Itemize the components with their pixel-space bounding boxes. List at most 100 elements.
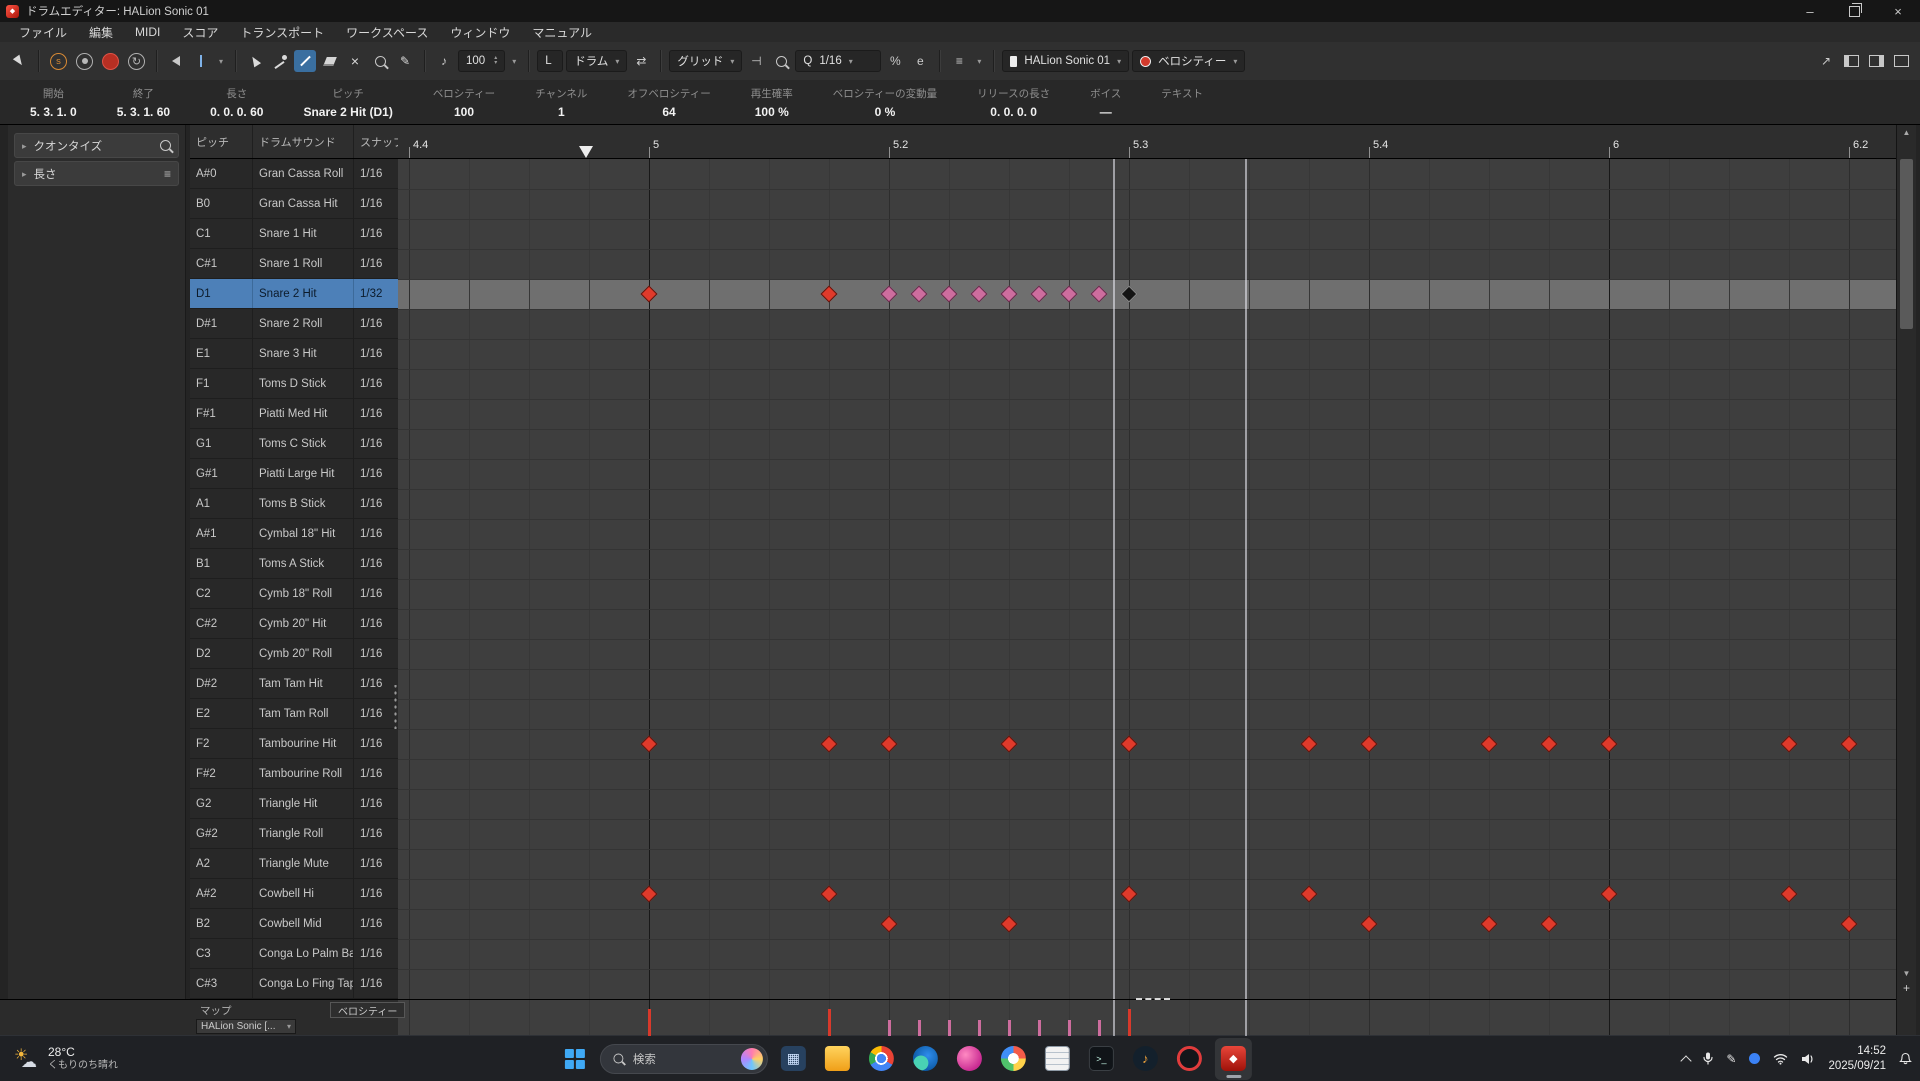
drum-note[interactable] [1300,735,1318,753]
velocity-bar[interactable] [648,1009,651,1036]
velocity-bar[interactable] [828,1009,831,1036]
eraser-tool[interactable] [319,50,341,72]
drum-note[interactable] [820,735,838,753]
drum-note[interactable] [1360,915,1378,933]
record-in-editor-button[interactable] [102,52,119,70]
column-header[interactable]: ドラムサウンド [253,125,354,158]
drum-row[interactable]: F2 Tambourine Hit 1/16 [190,729,398,759]
minimize-button[interactable]: – [1788,0,1832,22]
editor-mode-select[interactable]: ドラム [566,50,628,72]
media-taskbar-button[interactable] [1127,1038,1164,1080]
swap-icon[interactable]: ⇄ [630,50,652,72]
drum-note[interactable] [1480,915,1498,933]
acoustic-feedback-button[interactable] [76,52,93,70]
drum-row[interactable]: B2 Cowbell Mid 1/16 [190,909,398,939]
scrollbar-thumb[interactable] [1900,159,1913,329]
drum-note[interactable] [640,735,658,753]
column-header[interactable]: ピッチ [190,125,253,158]
autoscroll-button[interactable] [190,50,212,72]
column-header[interactable]: スナップ [354,125,398,158]
drumstick-tool[interactable] [269,50,291,72]
infoline-value[interactable]: 100 % [755,105,789,119]
notifications-bell-icon[interactable] [1899,1052,1912,1065]
velocity-bar[interactable] [918,1020,921,1036]
drum-row[interactable]: E2 Tam Tam Roll 1/16 [190,699,398,729]
scroll-down-arrow[interactable]: ▼ [1897,966,1916,980]
quantize-preset-select[interactable]: Q 1/16 [795,50,882,72]
drum-row[interactable]: B0 Gran Cassa Hit 1/16 [190,189,398,219]
drum-row[interactable]: F#2 Tambourine Roll 1/16 [190,759,398,789]
drum-row[interactable]: B1 Toms A Stick 1/16 [190,549,398,579]
drum-row[interactable]: F#1 Piatti Med Hit 1/16 [190,399,398,429]
drum-note[interactable] [820,885,838,903]
terminal-taskbar-button[interactable] [1083,1038,1120,1080]
drum-note[interactable] [1300,885,1318,903]
infoline-value[interactable]: Snare 2 Hit (D1) [303,105,392,119]
infoline-value[interactable]: — [1100,105,1112,119]
drum-note[interactable] [1480,735,1498,753]
velocity-bar[interactable] [1038,1020,1041,1036]
drum-row[interactable]: D2 Cymb 20" Roll 1/16 [190,639,398,669]
clock[interactable]: 14:52 2025/09/21 [1828,1044,1886,1074]
drum-row[interactable]: C#3 Conga Lo Fing Tap 1/16 [190,969,398,999]
edited-part-select[interactable]: HALion Sonic 01 [1002,50,1130,72]
menu-item-1[interactable]: 編集 [78,24,124,41]
infoline-value[interactable]: 5. 3. 1. 0 [30,105,77,119]
drum-row[interactable]: A#0 Gran Cassa Roll 1/16 [190,159,398,189]
layers-options-button[interactable] [973,50,985,72]
restore-button[interactable] [1832,0,1876,22]
wifi-icon[interactable] [1773,1053,1788,1065]
controller-lane-tab[interactable]: ベロシティー [330,1002,406,1018]
drum-note[interactable] [1540,915,1558,933]
snap-type-icon[interactable]: ⊣ [745,50,767,72]
drum-note[interactable] [1840,915,1858,933]
volume-icon[interactable] [1801,1053,1815,1065]
line-tool[interactable] [394,50,416,72]
scroll-up-arrow[interactable]: ▲ [1897,125,1916,139]
velocity-bar[interactable] [1008,1020,1011,1036]
playhead-marker[interactable] [579,146,593,158]
open-in-window-button[interactable]: ↗ [1815,50,1837,72]
start-button[interactable] [557,1041,593,1077]
drum-note[interactable] [1600,735,1618,753]
menu-item-3[interactable]: スコア [171,24,229,41]
iterative-quantize-button[interactable]: % [884,50,906,72]
independent-loop-button[interactable] [128,52,145,70]
velocity-stepper[interactable]: ▴ ▾ [494,55,497,66]
menu-item-7[interactable]: マニュアル [521,24,603,41]
drum-row[interactable]: A#1 Cymbal 18" Hit 1/16 [190,519,398,549]
infoline-value[interactable]: 5. 3. 1. 60 [117,105,170,119]
close-button[interactable]: × [1876,0,1920,22]
drum-row[interactable]: F1 Toms D Stick 1/16 [190,369,398,399]
infoline-value[interactable]: 64 [662,105,675,119]
drum-note[interactable] [1360,735,1378,753]
drum-row[interactable]: C1 Snare 1 Hit 1/16 [190,219,398,249]
left-zone-button[interactable] [1840,50,1862,72]
menu-item-2[interactable]: MIDI [124,25,171,39]
velocity-bar[interactable] [948,1020,951,1036]
velocity-bar[interactable] [888,1020,891,1036]
edge-taskbar-button[interactable] [907,1038,944,1080]
controller-lane-select[interactable]: ベロシティー [1132,50,1246,72]
right-zone-button[interactable] [1865,50,1887,72]
inspector-section-1[interactable]: 長さ [14,161,179,186]
drum-row[interactable]: C#1 Snare 1 Roll 1/16 [190,249,398,279]
drum-row[interactable]: C3Conga Lo Palm Bass 1/16 [190,939,398,969]
chrome-taskbar-button[interactable] [863,1038,900,1080]
pink-app-taskbar-button[interactable] [951,1038,988,1080]
infoline-value[interactable]: 1 [558,105,565,119]
pen-icon[interactable]: ✎ [1726,1052,1736,1066]
grid-select[interactable]: グリッド [669,50,743,72]
drum-note[interactable] [880,915,898,933]
monitor-button[interactable] [165,50,187,72]
drum-row[interactable]: D1 Snare 2 Hit 1/32 [190,279,398,309]
trim-tool[interactable] [294,50,316,72]
drum-note[interactable] [1000,915,1018,933]
drum-row[interactable]: C#2 Cymb 20" Hit 1/16 [190,609,398,639]
drum-note[interactable] [1000,735,1018,753]
autoscroll-options-button[interactable] [215,50,227,72]
task-view-taskbar-button[interactable] [775,1038,812,1080]
menu-item-6[interactable]: ウィンドウ [439,24,521,41]
drum-note[interactable] [1780,885,1798,903]
velocity-bar[interactable] [1128,1009,1131,1036]
